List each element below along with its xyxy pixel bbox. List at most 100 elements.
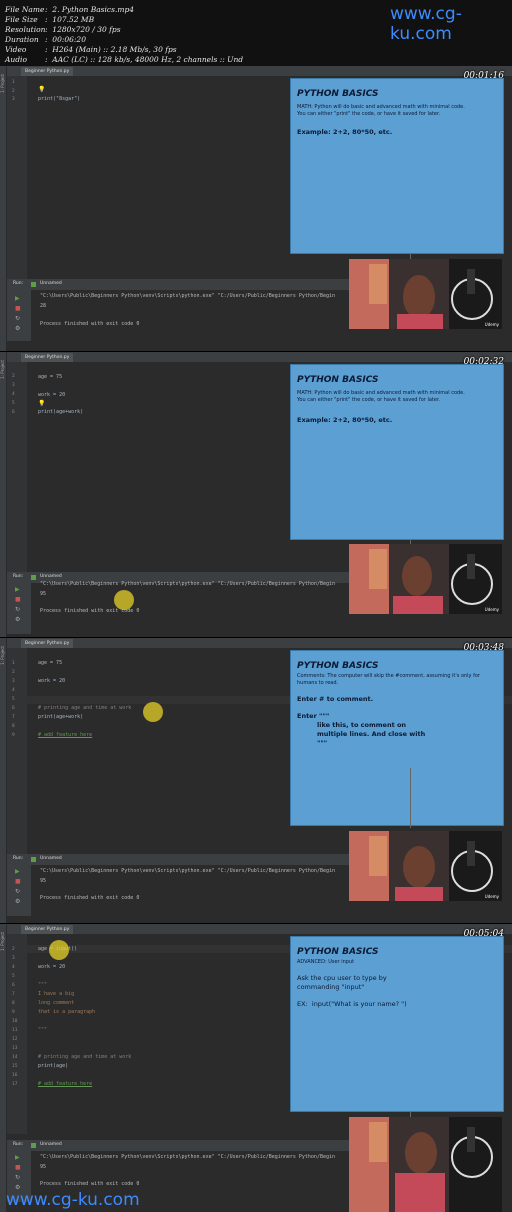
udemy-logo-icon: Udemy	[484, 607, 499, 612]
webcam-presenter-image	[349, 1117, 502, 1212]
lesson-slide: PYTHON BASICS MATH: Python will do basic…	[290, 78, 504, 254]
python-run-icon	[31, 857, 36, 862]
mouse-cursor-highlight	[143, 702, 163, 722]
run-output: 95	[40, 591, 47, 597]
line-gutter	[7, 934, 27, 1134]
run-output: 95	[40, 1164, 47, 1170]
run-finished: Process finished with exit code 0	[40, 1181, 140, 1187]
code-line[interactable]: print(age+work)	[38, 714, 83, 720]
code-line[interactable]: work = 20	[38, 678, 65, 684]
lightbulb-icon[interactable]: 💡	[38, 86, 45, 93]
run-command: "C:\Users\Public\Beginners Python\venv\S…	[40, 1154, 336, 1160]
code-line[interactable]: work = 20	[38, 964, 65, 970]
stop-icon[interactable]: ■	[15, 1164, 21, 1171]
run-icon[interactable]: ▶	[15, 1154, 20, 1161]
line-number: 16	[12, 1073, 18, 1078]
slide-title: PYTHON BASICS	[297, 375, 379, 385]
code-line[interactable]: print(age+work)	[38, 409, 83, 415]
run-config-name[interactable]: Unnamed	[40, 1142, 62, 1147]
line-number: 10	[12, 1019, 18, 1024]
code-line[interactable]: print(age)	[38, 1063, 68, 1069]
project-sidebar-strip[interactable]: 1: Project	[0, 66, 7, 351]
run-panel-header: Run: Unnamed	[7, 279, 350, 290]
project-sidebar-strip[interactable]: 1: Project	[0, 924, 7, 1212]
run-label: Run:	[13, 856, 24, 861]
rerun-icon[interactable]: ↻	[15, 888, 20, 895]
tab-beginner-python[interactable]: Beginner Python.py	[21, 67, 74, 76]
line-number: 5	[12, 697, 15, 702]
code-comment[interactable]: # add feature here	[38, 1081, 92, 1087]
code-comment[interactable]: that is a paragraph	[38, 1009, 95, 1015]
line-number: 2	[12, 374, 15, 379]
stop-icon[interactable]: ■	[15, 878, 21, 885]
tab-beginner-python[interactable]: Beginner Python.py	[21, 925, 74, 934]
slide-bold-text: Example: 2+2, 80*50, etc.	[297, 416, 393, 424]
code-comment[interactable]: long comment	[38, 1000, 74, 1006]
slide-bold-text: like this, to comment on	[317, 721, 407, 729]
project-sidebar-strip[interactable]: 1: Project	[0, 352, 7, 637]
webcam-presenter-image	[349, 831, 502, 901]
meta-file-size: File Size: 107.52 MB	[5, 15, 95, 24]
run-config-name[interactable]: Unnamed	[40, 281, 62, 286]
stop-icon[interactable]: ■	[15, 305, 21, 312]
slide-bold-text: Example: 2+2, 80*50, etc.	[297, 128, 393, 136]
slide-title: PYTHON BASICS	[297, 661, 379, 671]
code-comment[interactable]: # printing age and time at work	[38, 705, 131, 711]
run-config-name[interactable]: Unnamed	[40, 856, 62, 861]
line-number: 5	[12, 401, 15, 406]
run-command: "C:\Users\Public\Beginners Python\venv\S…	[40, 868, 336, 874]
webcam-overlay: Udemy	[349, 831, 502, 901]
rerun-icon[interactable]: ↻	[15, 1174, 20, 1181]
watermark-bottom[interactable]: www.cg-ku.com	[6, 1190, 140, 1210]
frame-3: 1: Project Beginner Python.py 1 2 3 4 5 …	[0, 638, 512, 923]
meta-audio: Audio: AAC (LC) :: 128 kb/s, 48000 Hz, 2…	[5, 55, 244, 64]
settings-icon[interactable]: ⚙	[15, 325, 20, 332]
rerun-icon[interactable]: ↻	[15, 315, 20, 322]
code-line[interactable]: work = 20	[38, 392, 65, 398]
line-number: 7	[12, 992, 15, 997]
project-sidebar-strip[interactable]: 1: Project	[0, 638, 7, 923]
settings-icon[interactable]: ⚙	[15, 1184, 20, 1191]
line-number: 11	[12, 1028, 18, 1033]
settings-icon[interactable]: ⚙	[15, 616, 20, 623]
run-panel-header: Run: Unnamed	[7, 854, 350, 865]
code-line[interactable]: print("8sgar")	[38, 96, 80, 102]
rerun-icon[interactable]: ↻	[15, 606, 20, 613]
code-line[interactable]: age = 75	[38, 374, 62, 380]
code-comment[interactable]: """	[38, 1027, 47, 1033]
code-comment[interactable]: I have a big	[38, 991, 74, 997]
code-comment[interactable]: # add feature here	[38, 732, 92, 738]
mouse-cursor-highlight	[49, 940, 69, 960]
line-number: 15	[12, 1064, 18, 1069]
editor-tab-bar: Beginner Python.py	[7, 352, 512, 362]
run-command: "C:\Users\Public\Beginners Python\venv\S…	[40, 293, 336, 299]
frame-4: 1: Project Beginner Python.py 2 3 4 5 6 …	[0, 924, 512, 1212]
slide-text: You can either "print" the code, or have…	[297, 397, 441, 403]
lightbulb-icon[interactable]: 💡	[38, 400, 45, 407]
line-number: 17	[12, 1082, 18, 1087]
code-line[interactable]: age = 75	[38, 660, 62, 666]
code-comment[interactable]: # printing age and time at work	[38, 1054, 131, 1060]
line-number: 6	[12, 410, 15, 415]
run-config-name[interactable]: Unnamed	[40, 574, 62, 579]
watermark-top[interactable]: www.cg-ku.com	[390, 4, 512, 44]
editor-tab-bar: Beginner Python.py	[7, 638, 512, 648]
run-label: Run:	[13, 281, 24, 286]
run-icon[interactable]: ▶	[15, 586, 20, 593]
slide-text: MATH: Python will do basic and advanced …	[297, 390, 465, 396]
run-icon[interactable]: ▶	[15, 295, 20, 302]
webcam-presenter-image	[349, 544, 502, 614]
stop-icon[interactable]: ■	[15, 596, 21, 603]
run-icon[interactable]: ▶	[15, 868, 20, 875]
tab-beginner-python[interactable]: Beginner Python.py	[21, 639, 74, 648]
code-comment[interactable]: """	[38, 982, 47, 988]
python-run-icon	[31, 282, 36, 287]
settings-icon[interactable]: ⚙	[15, 898, 20, 905]
line-number: 3	[12, 383, 15, 388]
udemy-logo-icon: Udemy	[484, 322, 499, 327]
tab-beginner-python[interactable]: Beginner Python.py	[21, 353, 74, 362]
slide-text: MATH: Python will do basic and advanced …	[297, 104, 465, 110]
line-number: 4	[12, 688, 15, 693]
slide-text: ADVANCED: User input	[297, 959, 355, 965]
run-panel-header: Run: Unnamed	[7, 1140, 350, 1151]
